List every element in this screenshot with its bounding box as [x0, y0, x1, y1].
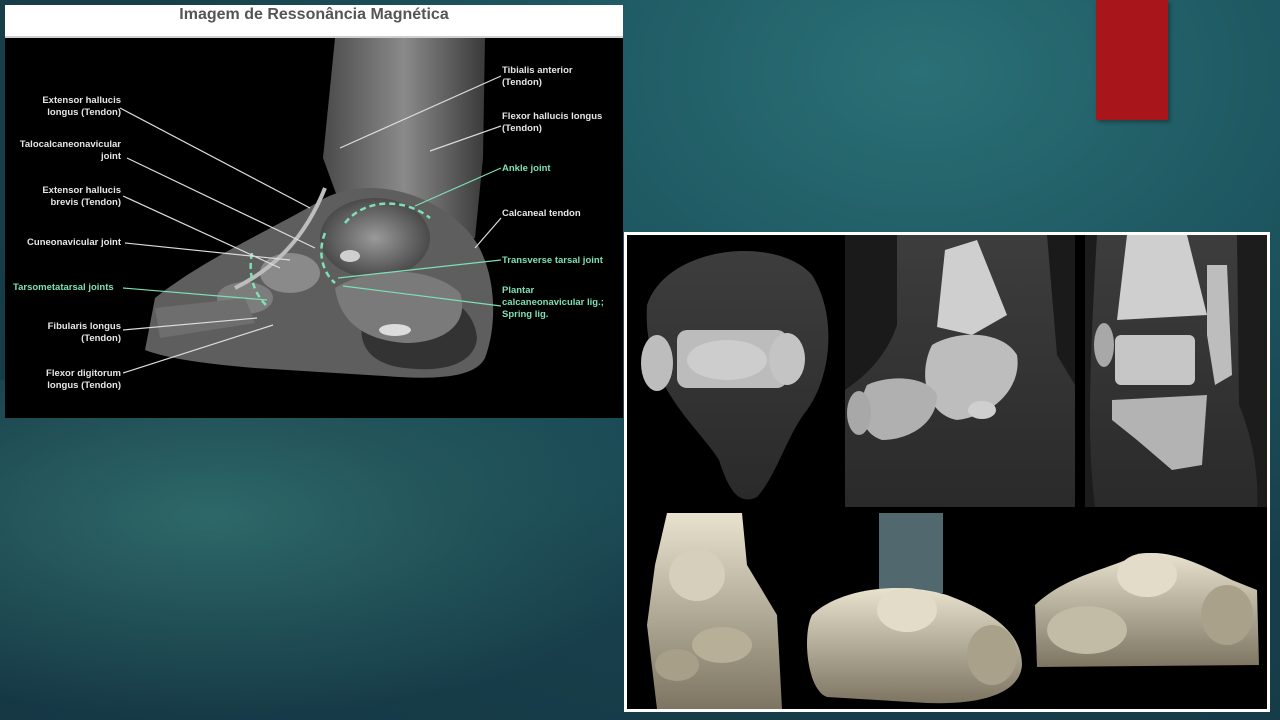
label-tibialis-anterior: Tibialis anterior (Tendon) — [502, 65, 573, 89]
ct-coronal-slice — [1085, 235, 1267, 507]
label-line: Spring lig. — [502, 309, 549, 320]
label-line: longus (Tendon) — [47, 107, 121, 118]
ct-images — [627, 235, 1267, 709]
label-fibularis-longus: Fibularis longus (Tendon) — [17, 321, 121, 345]
label-line: Extensor hallucis — [42, 185, 121, 196]
label-line: (Tendon) — [81, 333, 121, 344]
label-line: Tibialis anterior — [502, 65, 573, 76]
background-glow — [0, 380, 700, 720]
label-tarsometatarsal-joints: Tarsometatarsal joints — [13, 282, 114, 293]
ct-figure — [624, 232, 1270, 712]
label-flexor-digitorum-longus: Flexor digitorum longus (Tendon) — [17, 368, 121, 392]
label-line: calcaneonavicular lig.; — [502, 297, 604, 308]
ct-3d-posterior-view — [797, 513, 1025, 709]
label-transverse-tarsal-joint: Transverse tarsal joint — [502, 255, 603, 266]
ct-sagittal-slice — [845, 235, 1075, 507]
ct-3d-lateral-view — [1032, 513, 1267, 709]
label-line: Plantar — [502, 285, 535, 296]
label-line: joint — [100, 151, 121, 162]
ct-axial-slice — [641, 251, 829, 500]
label-line: Flexor hallucis longus — [502, 111, 603, 122]
mri-figure: Imagem de Ressonância Magnética Extensor… — [5, 5, 623, 418]
red-accent-tab — [1096, 0, 1168, 120]
ct-image-grid — [627, 235, 1267, 709]
label-line: Talocalcaneonavicular — [19, 139, 121, 150]
label-line: brevis (Tendon) — [50, 197, 121, 208]
label-extensor-hallucis-longus: Extensor hallucis longus (Tendon) — [17, 95, 121, 119]
label-line: Extensor hallucis — [42, 95, 121, 106]
label-line: (Tendon) — [502, 77, 542, 88]
label-line: Fibularis longus — [47, 321, 121, 332]
label-ankle-joint: Ankle joint — [502, 163, 551, 174]
label-line: Flexor digitorum — [46, 368, 121, 379]
label-flexor-hallucis-longus: Flexor hallucis longus (Tendon) — [502, 111, 602, 135]
ct-3d-dorsal-view — [627, 513, 787, 709]
label-cuneonavicular-joint: Cuneonavicular joint — [27, 237, 121, 248]
mri-title-bar: Imagem de Ressonância Magnética — [5, 5, 623, 38]
label-plantar-calcaneonavicular-lig: Plantar calcaneonavicular lig.; Spring l… — [502, 285, 604, 321]
label-extensor-hallucis-brevis: Extensor hallucis brevis (Tendon) — [17, 185, 121, 209]
label-line: longus (Tendon) — [47, 380, 121, 391]
mri-title: Imagem de Ressonância Magnética — [179, 6, 449, 23]
label-talocalcaneonavicular-joint: Talocalcaneonavicular joint — [5, 139, 121, 163]
label-calcaneal-tendon: Calcaneal tendon — [502, 208, 581, 219]
label-line: (Tendon) — [502, 123, 542, 134]
